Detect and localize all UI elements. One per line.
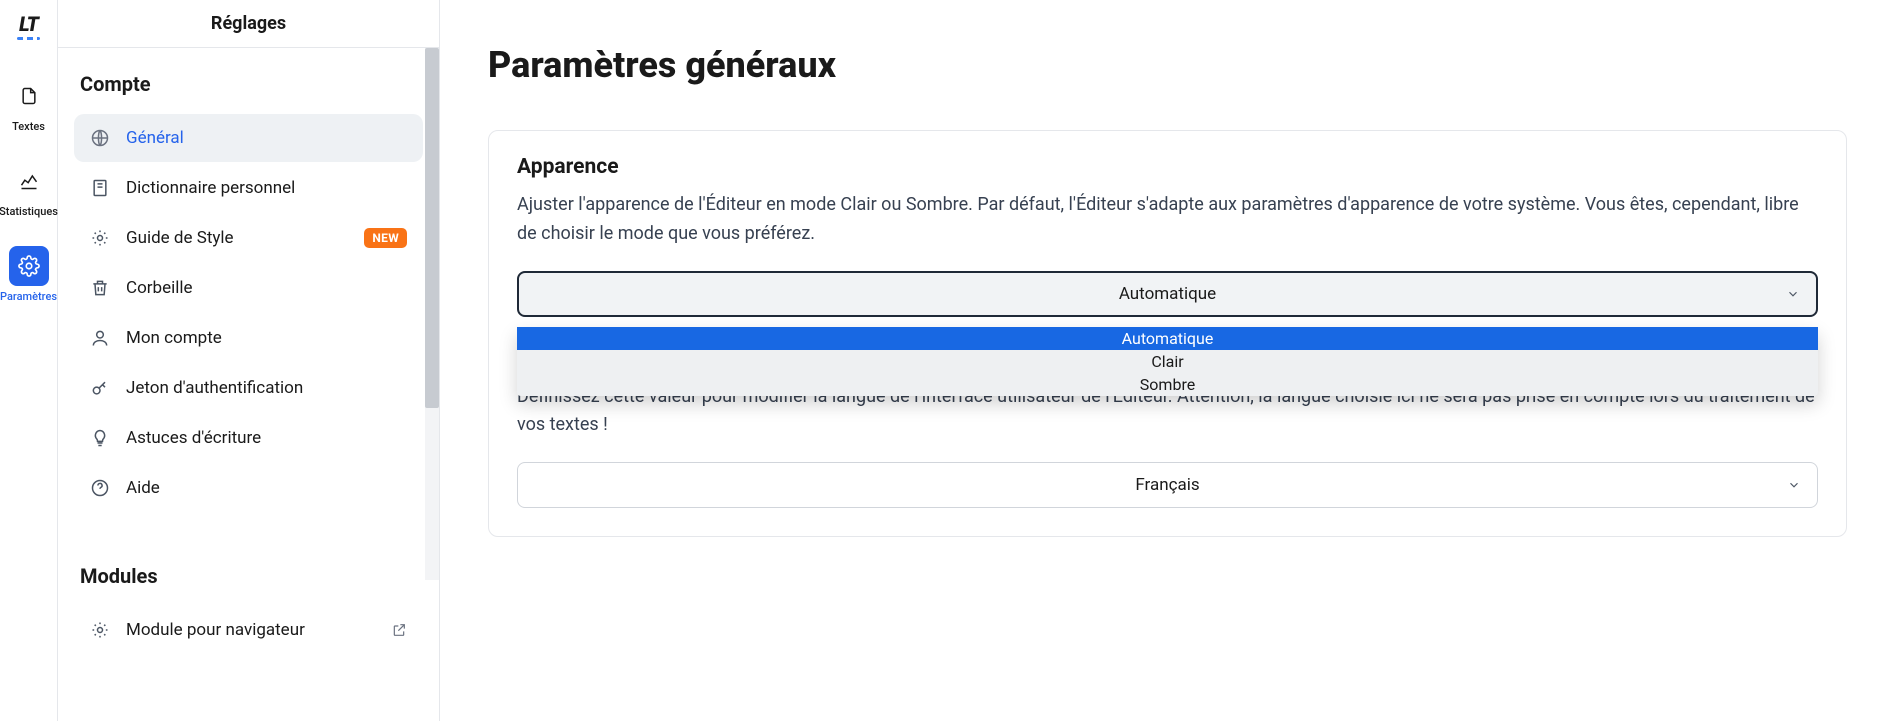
sidebar-item-style-guide[interactable]: Guide de Style NEW <box>74 214 423 262</box>
section-title-compte: Compte <box>74 72 423 96</box>
external-link-icon <box>391 622 407 638</box>
rail-item-parametres[interactable]: Paramètres <box>0 246 57 303</box>
appearance-description: Ajuster l'apparence de l'Éditeur en mode… <box>517 191 1818 249</box>
sidebar-item-module-navigateur[interactable]: Module pour navigateur <box>74 606 423 654</box>
scrollbar-thumb[interactable] <box>425 48 439 408</box>
rail-label: Textes <box>12 120 45 133</box>
select-value: Français <box>1135 475 1199 495</box>
style-icon <box>90 228 110 248</box>
gear-icon <box>90 620 110 640</box>
sidebar-item-label: Guide de Style <box>126 228 348 248</box>
sidebar-item-corbeille[interactable]: Corbeille <box>74 264 423 312</box>
sidebar-item-aide[interactable]: Aide <box>74 464 423 512</box>
appearance-heading: Apparence <box>517 155 1818 179</box>
sidebar-item-label: Corbeille <box>126 278 407 298</box>
new-badge: NEW <box>364 228 407 248</box>
rail-item-statistiques[interactable]: Statistiques <box>0 161 58 218</box>
language-select[interactable]: Français <box>517 462 1818 508</box>
section-title-modules: Modules <box>74 564 423 588</box>
main-content: Paramètres généraux Apparence Ajuster l'… <box>440 0 1895 721</box>
nav-rail: LT Textes Statistiques Paramètres <box>0 0 58 721</box>
key-icon <box>90 378 110 398</box>
rail-label: Statistiques <box>0 205 58 218</box>
dropdown-option-automatique[interactable]: Automatique <box>517 327 1818 350</box>
settings-sidebar: Réglages Compte Général Dictionnaire per… <box>58 0 440 721</box>
page-title: Paramètres généraux <box>488 44 1847 86</box>
sidebar-item-astuces[interactable]: Astuces d'écriture <box>74 414 423 462</box>
rail-item-textes[interactable]: Textes <box>9 76 49 133</box>
dropdown-option-sombre[interactable]: Sombre <box>517 373 1818 396</box>
appearance-dropdown: Automatique Clair Sombre <box>517 327 1818 396</box>
dropdown-option-clair[interactable]: Clair <box>517 350 1818 373</box>
lightbulb-icon <box>90 428 110 448</box>
sidebar-item-label: Module pour navigateur <box>126 620 375 640</box>
gear-icon <box>18 255 40 277</box>
help-icon <box>90 478 110 498</box>
sidebar-item-mon-compte[interactable]: Mon compte <box>74 314 423 362</box>
sidebar-item-label: Astuces d'écriture <box>126 428 407 448</box>
scrollbar-track[interactable] <box>425 48 439 580</box>
select-value: Automatique <box>1119 284 1216 304</box>
app-logo[interactable]: LT <box>19 12 38 36</box>
sidebar-item-label: Mon compte <box>126 328 407 348</box>
sidebar-item-label: Dictionnaire personnel <box>126 178 407 198</box>
sidebar-item-label: Général <box>126 128 407 148</box>
sidebar-item-jeton[interactable]: Jeton d'authentification <box>74 364 423 412</box>
sidebar-item-general[interactable]: Général <box>74 114 423 162</box>
rail-label: Paramètres <box>0 290 57 303</box>
user-icon <box>90 328 110 348</box>
trash-icon <box>90 278 110 298</box>
chart-icon <box>19 171 39 191</box>
dictionary-icon <box>90 178 110 198</box>
appearance-select[interactable]: Automatique <box>517 271 1818 317</box>
chevron-down-icon <box>1786 287 1800 301</box>
sidebar-item-dictionnaire[interactable]: Dictionnaire personnel <box>74 164 423 212</box>
sidebar-item-label: Jeton d'authentification <box>126 378 407 398</box>
sidebar-item-label: Aide <box>126 478 407 498</box>
globe-icon <box>90 128 110 148</box>
document-icon <box>19 86 39 106</box>
sidebar-title: Réglages <box>58 0 439 48</box>
chevron-down-icon <box>1787 478 1801 492</box>
settings-card: Apparence Ajuster l'apparence de l'Édite… <box>488 130 1847 537</box>
